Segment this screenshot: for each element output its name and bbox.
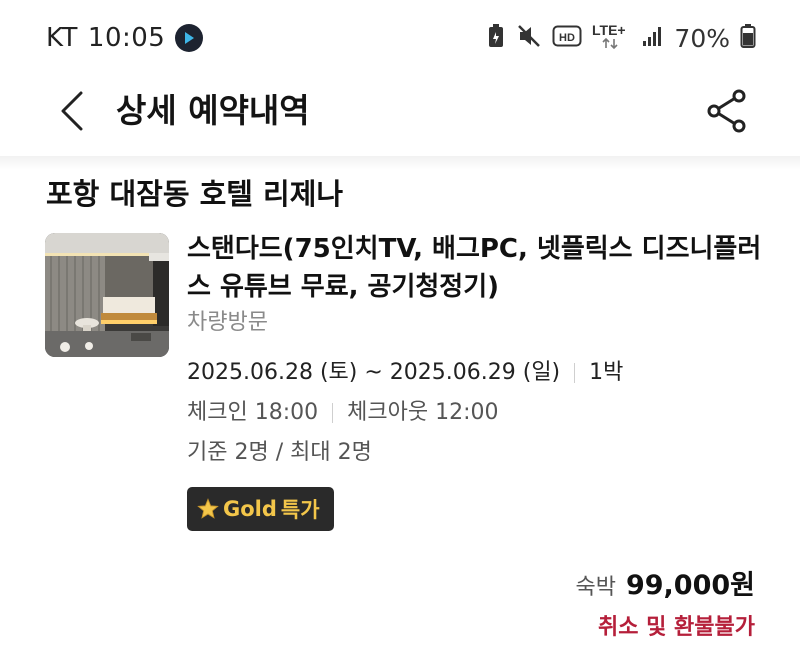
battery-percent: 70% [674, 23, 730, 53]
carrier-label: KT [46, 23, 78, 53]
battery-icon [740, 23, 756, 53]
room-name: 스탠다드(75인치TV, 배그PC, 넷플릭스 디즈니플러스 유튜브 무료, 공… [187, 234, 762, 302]
chevron-left-icon [61, 91, 83, 131]
play-store-icon [175, 24, 204, 52]
share-button[interactable] [704, 86, 750, 136]
checkout-time: 체크아웃 12:00 [347, 400, 499, 425]
status-bar: KT 10:05 HD LTE+ 70% [0, 0, 800, 76]
visit-type: 차량방문 [187, 310, 268, 335]
badge-suffix: 특가 [280, 498, 320, 522]
stay-dates: 2025.06.28 (토) ~ 2025.06.29 (일) 1박 [187, 355, 623, 391]
price-row: 숙박 99,000원 [575, 563, 755, 602]
price-amount: 99,000원 [625, 570, 755, 601]
gold-deal-badge: Gold 특가 [187, 487, 334, 531]
clock-time: 10:05 [87, 23, 166, 53]
mute-icon [516, 23, 542, 53]
page-title: 상세 예약내역 [116, 91, 310, 130]
back-button[interactable] [52, 86, 92, 136]
price-type: 숙박 [575, 575, 616, 600]
status-left: KT 10:05 [46, 20, 204, 56]
star-icon [197, 498, 219, 519]
signal-icon [642, 25, 664, 51]
hotel-name[interactable]: 포항 대잠동 호텔 리제나 [46, 172, 343, 216]
date-range: 2025.06.28 (토) ~ 2025.06.29 (일) [187, 360, 561, 385]
share-icon [707, 89, 746, 133]
header-divider [0, 156, 800, 170]
status-right: HD LTE+ 70% [486, 20, 756, 56]
separator [332, 403, 334, 423]
lte-plus-icon: LTE+ [592, 21, 632, 55]
separator [574, 363, 576, 383]
room-thumbnail[interactable] [45, 233, 169, 357]
svg-text:HD: HD [559, 32, 575, 44]
svg-text:LTE+: LTE+ [592, 22, 626, 38]
app-header: 상세 예약내역 [0, 76, 800, 156]
badge-label: Gold [223, 497, 277, 521]
checkin-checkout: 체크인 18:00 체크아웃 12:00 [187, 395, 498, 431]
checkin-time: 체크인 18:00 [187, 400, 319, 425]
battery-saver-icon [486, 23, 506, 53]
nights-count: 1박 [589, 360, 624, 385]
hd-voice-icon: HD [552, 24, 582, 52]
refund-policy: 취소 및 환불불가 [598, 615, 755, 640]
capacity-info: 기준 2명 / 최대 2명 [187, 440, 372, 465]
